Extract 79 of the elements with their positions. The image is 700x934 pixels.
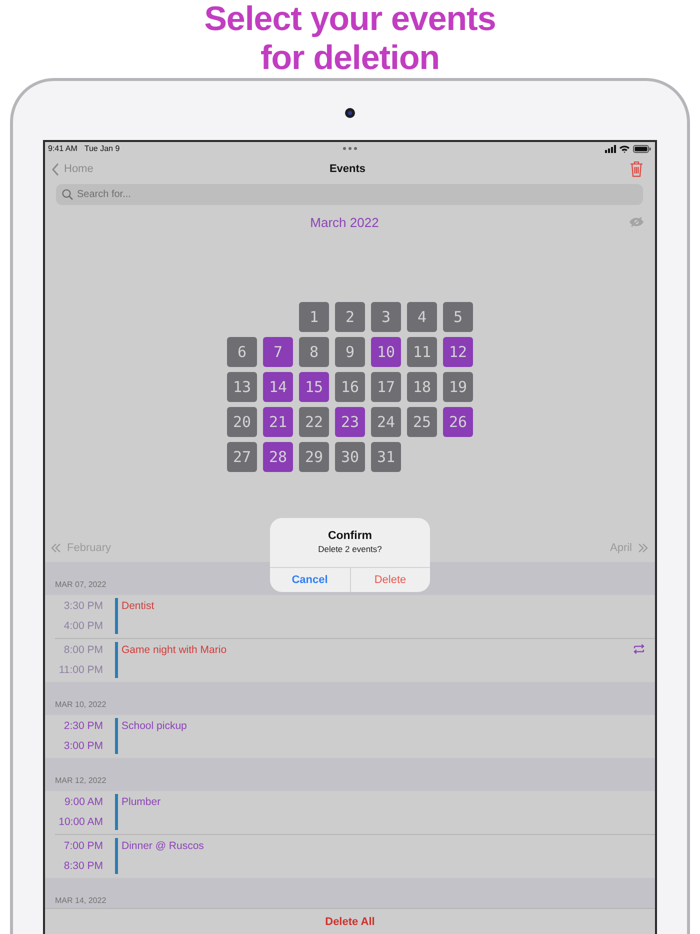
wifi-icon bbox=[619, 144, 630, 152]
headline: Select your events for deletion bbox=[204, 0, 496, 78]
calendar-day[interactable]: 27 bbox=[227, 442, 257, 472]
calendar-day[interactable]: 6 bbox=[227, 337, 257, 367]
dialog-title: Confirm bbox=[328, 529, 372, 543]
event-title: Dinner @ Ruscos bbox=[122, 839, 205, 853]
start-time: 7:00 PM bbox=[64, 839, 103, 854]
eye-slash-icon[interactable] bbox=[629, 217, 644, 227]
calendar-day[interactable]: 1 bbox=[299, 302, 329, 332]
status-time: 9:41 AM bbox=[48, 144, 78, 153]
search-field[interactable]: Search for... bbox=[56, 184, 643, 205]
end-time: 10:00 AM bbox=[58, 815, 103, 830]
calendar-day[interactable]: 18 bbox=[407, 372, 437, 402]
calendar-day[interactable]: 17 bbox=[371, 372, 401, 402]
event-bar-icon bbox=[115, 718, 118, 754]
calendar-day[interactable]: 12 bbox=[443, 337, 473, 367]
delete-all-button[interactable]: Delete All bbox=[325, 916, 375, 928]
calendar-day[interactable]: 7 bbox=[263, 337, 293, 367]
calendar-day[interactable]: 25 bbox=[407, 407, 437, 437]
calendar-day[interactable]: 16 bbox=[335, 372, 365, 402]
dialog-message: Delete 2 events? bbox=[318, 543, 382, 555]
calendar-day[interactable]: 14 bbox=[263, 372, 293, 402]
calendar-day[interactable]: 26 bbox=[443, 407, 473, 437]
double-chevron-right-icon bbox=[638, 543, 648, 553]
section-date: MAR 07, 2022 bbox=[55, 580, 106, 590]
start-time: 9:00 AM bbox=[64, 795, 103, 810]
nav-title: Events bbox=[329, 163, 366, 175]
calendar-day[interactable]: 29 bbox=[299, 442, 329, 472]
calendar-day[interactable]: 31 bbox=[371, 442, 401, 472]
calendar-day[interactable]: 10 bbox=[371, 337, 401, 367]
event-title: Dentist bbox=[122, 599, 156, 613]
calendar-day[interactable]: 15 bbox=[299, 372, 329, 402]
month-title: March 2022 bbox=[310, 214, 379, 230]
event-title: Plumber bbox=[122, 795, 162, 809]
start-time: 3:30 PM bbox=[64, 599, 103, 614]
calendar-day[interactable]: 9 bbox=[335, 337, 365, 367]
calendar-day[interactable]: 4 bbox=[407, 302, 437, 332]
signal-icon bbox=[605, 144, 616, 152]
end-time: 4:00 PM bbox=[64, 619, 103, 634]
trash-button[interactable] bbox=[630, 161, 643, 177]
event-title: Game night with Mario bbox=[122, 643, 228, 657]
calendar-day[interactable]: 19 bbox=[443, 372, 473, 402]
calendar-day[interactable]: 3 bbox=[371, 302, 401, 332]
event-bar-icon bbox=[115, 598, 118, 634]
calendar-day[interactable]: 28 bbox=[263, 442, 293, 472]
calendar-day[interactable]: 13 bbox=[227, 372, 257, 402]
status-date: Tue Jan 9 bbox=[84, 144, 120, 153]
calendar-day[interactable]: 5 bbox=[443, 302, 473, 332]
end-time: 11:00 PM bbox=[58, 663, 103, 678]
trash-icon bbox=[630, 161, 643, 177]
search-icon bbox=[62, 189, 73, 200]
end-time: 8:30 PM bbox=[64, 859, 103, 874]
back-button[interactable]: Home bbox=[52, 162, 94, 176]
section-date: MAR 12, 2022 bbox=[55, 776, 106, 786]
calendar-day[interactable]: 30 bbox=[335, 442, 365, 472]
calendar-day[interactable]: 22 bbox=[299, 407, 329, 437]
camera-lens-icon bbox=[345, 108, 355, 118]
start-time: 2:30 PM bbox=[64, 719, 103, 734]
double-chevron-left-icon bbox=[51, 543, 61, 553]
event-bar-icon bbox=[115, 642, 118, 678]
delete-button[interactable]: Delete bbox=[350, 568, 430, 592]
section-date: MAR 14, 2022 bbox=[55, 896, 106, 906]
calendar-day[interactable]: 21 bbox=[263, 407, 293, 437]
chevron-left-icon bbox=[52, 162, 59, 176]
event-title: School pickup bbox=[122, 719, 188, 733]
calendar-day[interactable]: 11 bbox=[407, 337, 437, 367]
calendar-day[interactable]: 8 bbox=[299, 337, 329, 367]
calendar-day[interactable]: 23 bbox=[335, 407, 365, 437]
calendar-day[interactable]: 2 bbox=[335, 302, 365, 332]
battery-icon bbox=[633, 144, 651, 152]
dots-icon bbox=[342, 147, 356, 150]
calendar-day[interactable]: 24 bbox=[371, 407, 401, 437]
event-bar-icon bbox=[115, 838, 118, 874]
cancel-button[interactable]: Cancel bbox=[270, 568, 350, 592]
start-time: 8:00 PM bbox=[64, 643, 103, 658]
event-bar-icon bbox=[115, 794, 118, 830]
end-time: 3:00 PM bbox=[64, 739, 103, 754]
section-date: MAR 10, 2022 bbox=[55, 700, 106, 710]
calendar-day[interactable]: 20 bbox=[227, 407, 257, 437]
